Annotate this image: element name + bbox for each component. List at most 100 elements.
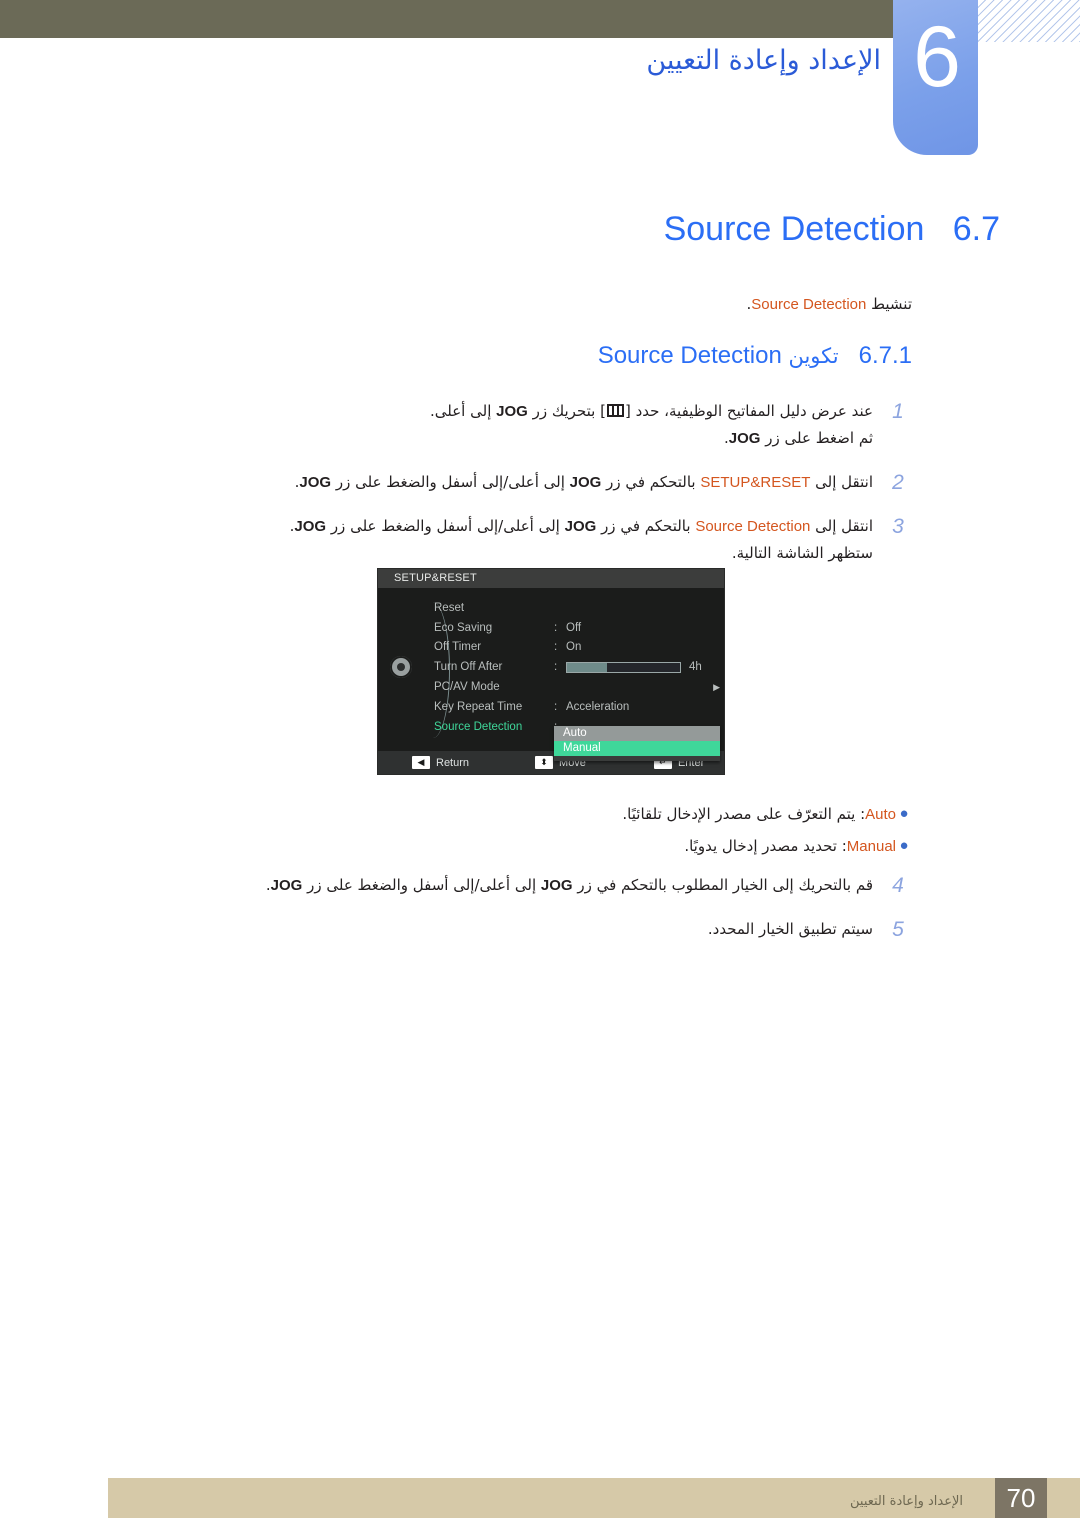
osd-row-off-timer[interactable]: Off Timer : On xyxy=(434,638,720,658)
chapter-title: الإعداد وإعادة التعيين xyxy=(646,45,881,76)
menu-icon xyxy=(606,404,624,417)
step-number: 5 xyxy=(892,918,904,941)
osd-row-turn-off-after[interactable]: Turn Off After : 4h xyxy=(434,657,720,677)
return-icon: ◀ xyxy=(412,756,430,769)
intro-highlight: Source Detection xyxy=(751,296,867,313)
osd-rows: Reset Eco Saving : Off Off Timer : On Tu… xyxy=(434,598,720,737)
osd-title: SETUP&RESET xyxy=(378,569,724,588)
osd-label: Source Detection xyxy=(434,720,523,733)
section-intro: تنشيط Source Detection. xyxy=(0,295,912,313)
step1-jog-2: JOG xyxy=(728,430,761,447)
dropdown-option-auto[interactable]: Auto xyxy=(554,726,720,741)
osd-colon: : xyxy=(554,621,558,634)
footer-chapter-label: الإعداد وإعادة التعيين xyxy=(850,1494,963,1509)
osd-label: Off Timer xyxy=(434,641,482,654)
osd-value: On xyxy=(566,641,582,654)
step-item: 4 قم بالتحريك إلى الخيار المطلوب بالتحكم… xyxy=(70,872,915,899)
step1-jog-1: JOG xyxy=(496,403,528,420)
chapter-number: 6 xyxy=(913,9,961,105)
osd-label: Key Repeat Time xyxy=(434,700,523,713)
step-item: 2 انتقل إلى SETUP&RESET بالتحكم في زر JO… xyxy=(70,469,915,496)
osd-footer-return[interactable]: ◀ Return xyxy=(412,756,469,769)
step-text: انتقل إلى SETUP&RESET بالتحكم في زر JOG … xyxy=(70,469,881,496)
step-text: سيتم تطبيق الخيار المحدد. xyxy=(70,916,881,942)
step-text: انتقل إلى Source Detection بالتحكم في زر… xyxy=(70,513,881,566)
osd-slider-wrap: 4h xyxy=(566,661,720,673)
bullet-item-manual: ● Manual: تحديد مصدر إدخال يدويًا. xyxy=(0,834,912,859)
step-number: 1 xyxy=(892,400,904,423)
step3-line2: ستظهر الشاشة التالية. xyxy=(731,544,873,562)
step2-highlight: SETUP&RESET xyxy=(700,474,811,491)
step-number: 2 xyxy=(892,471,904,494)
step3-prefix: انتقل إلى xyxy=(810,517,873,535)
step-text: عند عرض دليل المفاتيح الوظيفية، حدد [ ] ب… xyxy=(70,398,881,452)
step4-jog-1: JOG xyxy=(540,877,573,894)
hatch-pattern-decoration xyxy=(975,0,1080,42)
steps-list-tail: 4 قم بالتحريك إلى الخيار المطلوب بالتحكم… xyxy=(70,872,915,960)
bullet-dot-icon: ● xyxy=(899,837,909,854)
osd-colon: : xyxy=(554,700,558,713)
step3-mid: بالتحكم في زر xyxy=(596,517,696,535)
bullet-desc-auto: : يتم التعرّف على مصدر الإدخال تلقائيًا. xyxy=(622,805,866,823)
step2-prefix: انتقل إلى xyxy=(810,473,873,491)
bullet-highlight-auto: Auto xyxy=(865,806,896,823)
steps-list: 1 عند عرض دليل المفاتيح الوظيفية، حدد []… xyxy=(70,398,915,583)
slider-fill xyxy=(567,662,607,672)
step-item: 5 سيتم تطبيق الخيار المحدد. xyxy=(70,916,915,943)
step5-prefix: سيتم تطبيق الخيار المحدد. xyxy=(707,920,873,938)
source-detection-dropdown[interactable]: Auto Manual xyxy=(554,726,720,761)
step1-part-b: ] بتحريك زر xyxy=(527,402,606,420)
bullet-dot-icon: ● xyxy=(899,805,909,822)
move-icon: ⬍ xyxy=(535,756,554,769)
options-bullet-list: ● Auto: يتم التعرّف على مصدر الإدخال تلق… xyxy=(0,802,912,866)
chevron-right-icon: ▶ xyxy=(713,681,720,692)
step3-jog-1: JOG xyxy=(564,518,597,535)
step4-jog-2: JOG xyxy=(270,877,303,894)
osd-row-pc-av-mode[interactable]: PC/AV Mode ▶ xyxy=(434,677,720,697)
step2-jog-1: JOG xyxy=(569,474,602,491)
osd-row-reset[interactable]: Reset xyxy=(434,598,720,618)
step2-mid: بالتحكم في زر xyxy=(601,473,701,491)
osd-footer-return-label: Return xyxy=(436,756,470,769)
slider-value-label: 4h xyxy=(689,661,702,674)
step3-jog-2: JOG xyxy=(294,518,327,535)
gear-icon xyxy=(390,656,412,678)
section-heading: 6.7 Source Detection xyxy=(0,210,1000,249)
step1-line2-a: ثم اضغط على زر xyxy=(760,429,873,447)
bullet-text: Auto: يتم التعرّف على مصدر الإدخال تلقائ… xyxy=(622,802,896,827)
top-olive-bar xyxy=(0,0,893,38)
bullet-desc-manual: : تحديد مصدر إدخال يدويًا. xyxy=(684,837,847,855)
step-number: 3 xyxy=(892,515,904,538)
osd-body: Reset Eco Saving : Off Off Timer : On Tu… xyxy=(378,588,724,761)
intro-prefix: تنشيط xyxy=(866,295,912,313)
osd-colon: : xyxy=(554,641,558,654)
bullet-highlight-manual: Manual xyxy=(846,838,896,855)
step3-highlight: Source Detection xyxy=(695,518,811,535)
osd-label: Eco Saving xyxy=(434,621,493,634)
osd-menu-screenshot: SETUP&RESET Reset Eco Saving : Off Off T… xyxy=(377,568,725,775)
step4-mid2: إلى أعلى/إلى أسفل والضغط على زر xyxy=(302,876,541,894)
page-number: 70 xyxy=(995,1478,1047,1518)
step1-part-c: إلى أعلى. xyxy=(430,402,497,420)
subsection-arabic: تكوين xyxy=(781,344,839,368)
bullet-item-auto: ● Auto: يتم التعرّف على مصدر الإدخال تلق… xyxy=(0,802,912,827)
step3-mid2: إلى أعلى/إلى أسفل والضغط على زر xyxy=(326,517,565,535)
turn-off-after-slider[interactable] xyxy=(566,661,681,673)
section-number: 6.7 xyxy=(952,210,1000,248)
osd-label: PC/AV Mode xyxy=(434,681,500,694)
osd-value: Acceleration xyxy=(566,700,630,713)
step1-part-a: عند عرض دليل المفاتيح الوظيفية، حدد [ xyxy=(624,402,873,420)
osd-label: Turn Off After xyxy=(434,661,503,674)
dropdown-footer-shadow xyxy=(554,756,720,761)
dropdown-option-manual[interactable]: Manual xyxy=(554,741,720,756)
step4-prefix: قم بالتحريك إلى الخيار المطلوب بالتحكم ف… xyxy=(572,876,873,894)
subsection-heading: 6.7.1 تكوين Source Detection xyxy=(0,342,912,370)
section-title: Source Detection xyxy=(663,210,925,248)
osd-row-key-repeat-time[interactable]: Key Repeat Time : Acceleration xyxy=(434,697,720,717)
osd-label: Reset xyxy=(434,601,465,614)
osd-row-eco-saving[interactable]: Eco Saving : Off xyxy=(434,618,720,638)
subsection-english: Source Detection xyxy=(597,342,782,369)
subsection-number: 6.7.1 xyxy=(858,342,912,369)
step-number: 4 xyxy=(892,874,904,897)
step2-mid2: إلى أعلى/إلى أسفل والضغط على زر xyxy=(331,473,570,491)
